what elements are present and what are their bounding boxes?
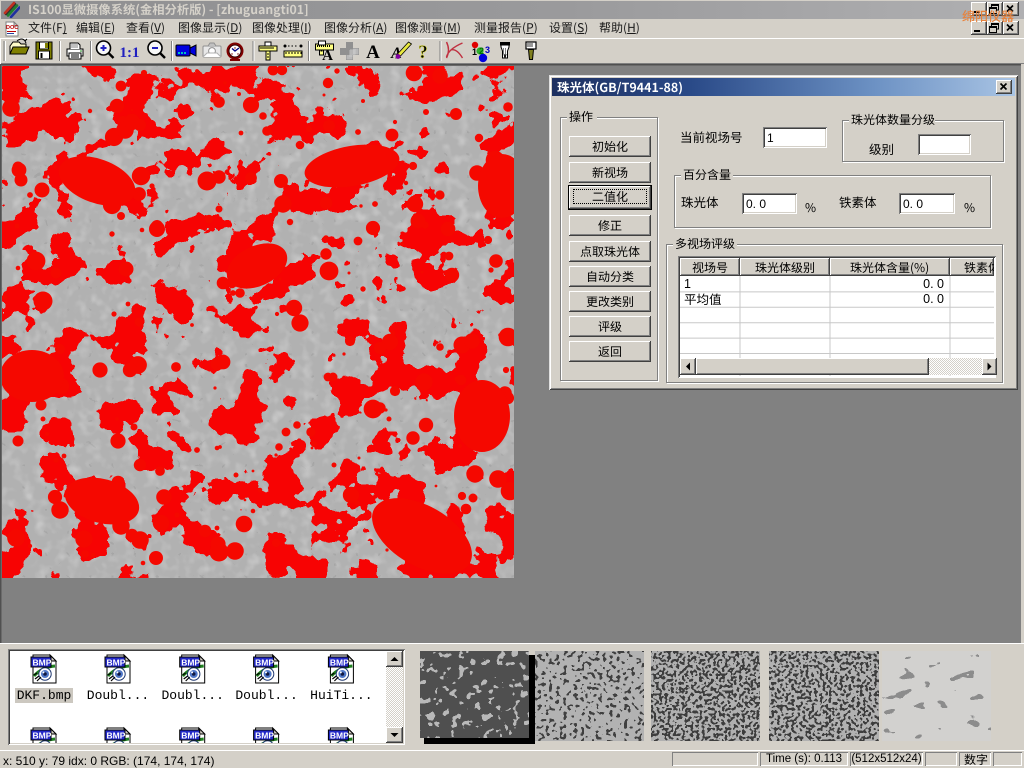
svg-text:?: ? [418,42,428,63]
svg-text:1: 1 [472,47,477,57]
svg-text:2: 2 [479,46,484,56]
svg-text:A: A [366,42,380,63]
svg-text:3: 3 [485,45,490,55]
svg-text:A: A [322,48,333,64]
svg-text:1:1: 1:1 [120,45,140,61]
